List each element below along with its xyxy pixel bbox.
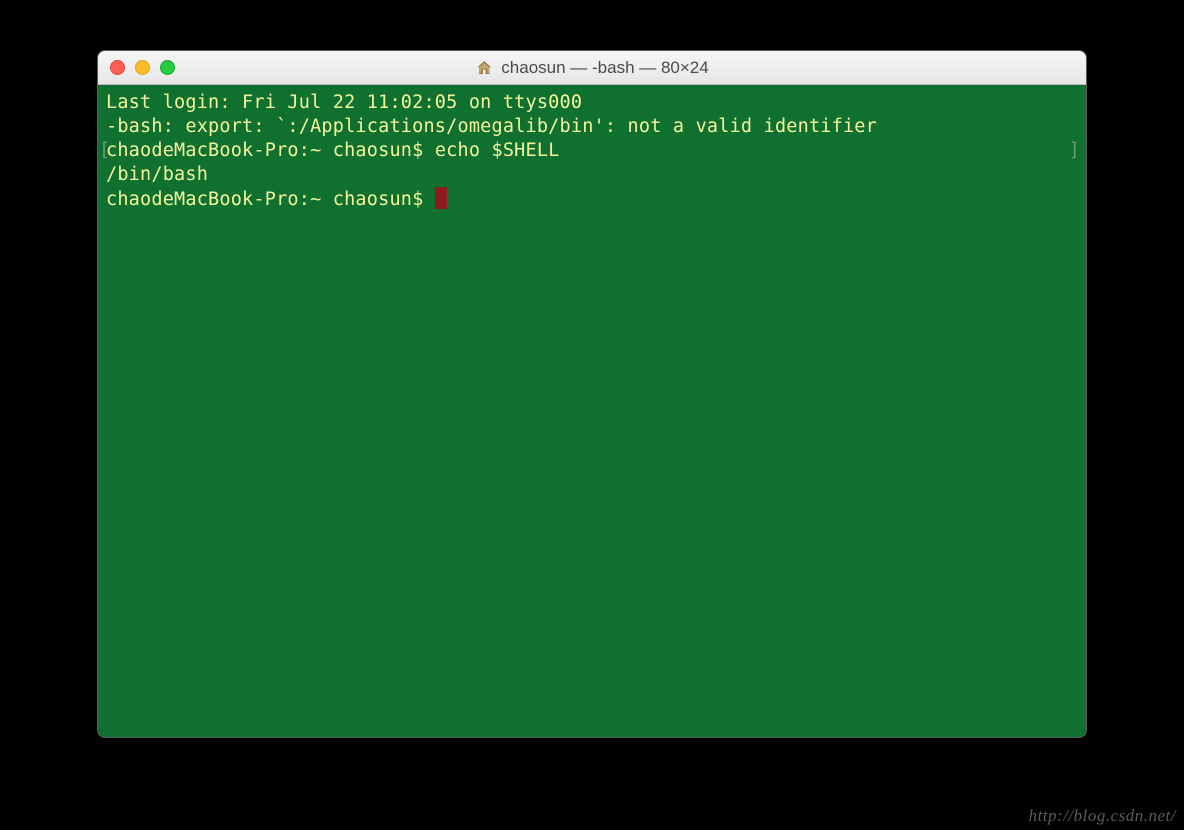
window-titlebar[interactable]: chaosun — -bash — 80×24	[98, 51, 1086, 85]
terminal-line: [chaodeMacBook-Pro:~ chaosun$ echo $SHEL…	[106, 139, 1078, 163]
close-button[interactable]	[110, 60, 125, 75]
terminal-line: Last login: Fri Jul 22 11:02:05 on ttys0…	[106, 91, 1078, 115]
terminal-output: /bin/bash	[106, 163, 1078, 187]
traffic-lights	[110, 60, 175, 75]
minimize-button[interactable]	[135, 60, 150, 75]
prompt-bracket-left: [	[99, 139, 110, 163]
terminal-body[interactable]: Last login: Fri Jul 22 11:02:05 on ttys0…	[98, 85, 1086, 737]
terminal-window: chaosun — -bash — 80×24 Last login: Fri …	[97, 50, 1087, 738]
home-icon	[475, 59, 493, 77]
maximize-button[interactable]	[160, 60, 175, 75]
terminal-line: -bash: export: `:/Applications/omegalib/…	[106, 115, 1078, 139]
shell-prompt: chaodeMacBook-Pro:~ chaosun$	[106, 189, 435, 210]
watermark-text: http://blog.csdn.net/	[1029, 806, 1176, 826]
shell-command: echo $SHELL	[435, 140, 560, 161]
prompt-bracket-right: ]	[1069, 139, 1080, 163]
terminal-line: chaodeMacBook-Pro:~ chaosun$	[106, 187, 1078, 212]
window-title-text: chaosun — -bash — 80×24	[501, 58, 708, 78]
terminal-cursor	[435, 187, 447, 209]
shell-prompt: chaodeMacBook-Pro:~ chaosun$	[106, 140, 435, 161]
window-title: chaosun — -bash — 80×24	[475, 58, 708, 78]
